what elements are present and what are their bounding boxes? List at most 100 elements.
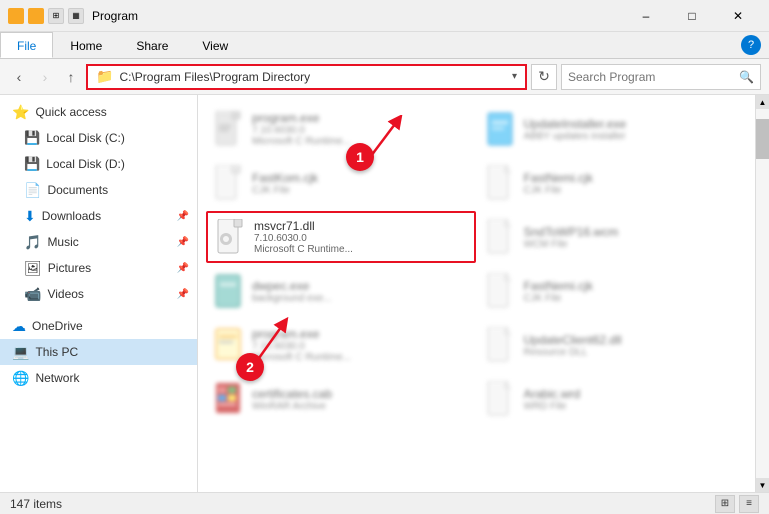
sidebar-item-local-c[interactable]: 💾 Local Disk (C:) <box>0 125 197 151</box>
pin-icon-pictures: 📌 <box>177 263 189 274</box>
file-type: Microsoft C Runtime... <box>252 136 351 147</box>
file-type: ABBY updates installer <box>524 131 627 142</box>
list-item[interactable]: UpdateInstaller.exe ABBY updates install… <box>478 103 748 155</box>
annotation-2: 2 <box>236 353 264 381</box>
sidebar-item-thispc[interactable]: 💻 This PC <box>0 339 197 365</box>
sidebar-item-quick-access[interactable]: ⭐ Quick access <box>0 99 197 125</box>
file-icon <box>484 271 516 311</box>
pin-icon-videos: 📌 <box>177 289 189 300</box>
file-info: msvcr71.dll 7.10.6030.0 Microsoft C Runt… <box>254 219 353 255</box>
file-name: program.exe <box>252 111 351 125</box>
file-icon <box>484 163 516 203</box>
list-item[interactable]: Arabic.wrd WRD File <box>478 373 748 425</box>
disk-d-icon: 💾 <box>24 156 40 172</box>
file-type: WinRAR Archive <box>252 401 332 412</box>
list-view-button[interactable]: ≡ <box>739 495 759 513</box>
up-button[interactable]: ↑ <box>60 66 82 88</box>
file-type: WRD File <box>524 401 581 412</box>
maximize-button[interactable]: □ <box>669 0 715 32</box>
back-button[interactable]: ‹ <box>8 66 30 88</box>
file-info: SndToWP16.wcm WCM File <box>524 225 619 250</box>
sidebar-label-onedrive: OneDrive <box>32 319 83 333</box>
sidebar-label-downloads: Downloads <box>42 209 101 223</box>
file-name: program.exe <box>252 327 351 341</box>
tb-icon-1 <box>8 8 24 24</box>
tb-icon-2 <box>28 8 44 24</box>
address-path: C:\Program Files\Program Directory <box>119 70 310 84</box>
file-name: UpdateClient62.dll <box>524 333 622 347</box>
disk-c-icon: 💾 <box>24 130 40 146</box>
list-item[interactable]: UpdateClient62.dll Resource DLL <box>478 319 748 371</box>
list-item[interactable]: FastNemi.cjk CJK File <box>478 265 748 317</box>
file-info: FastKom.cjk CJK File <box>252 171 318 196</box>
help-button[interactable]: ? <box>741 35 761 55</box>
file-info: program.exe 7.10.6030.0 Microsoft C Runt… <box>252 111 351 147</box>
file-icon <box>212 163 244 203</box>
folder-icon: 📁 <box>96 68 113 85</box>
file-info: UpdateClient62.dll Resource DLL <box>524 333 622 358</box>
pin-icon-downloads: 📌 <box>177 211 189 222</box>
window-title: Program <box>92 9 138 23</box>
sidebar-label-pictures: Pictures <box>48 261 91 275</box>
scroll-track[interactable] <box>756 109 769 478</box>
scroll-up-button[interactable]: ▲ <box>756 95 769 109</box>
list-item[interactable]: certificates.cab WinRAR Archive <box>206 373 476 425</box>
documents-icon: 📄 <box>24 182 41 199</box>
close-button[interactable]: ✕ <box>715 0 761 32</box>
content-grid: program.exe 7.10.6030.0 Microsoft C Runt… <box>206 103 747 425</box>
search-input[interactable] <box>568 70 739 84</box>
sidebar-item-local-d[interactable]: 💾 Local Disk (D:) <box>0 151 197 177</box>
list-item[interactable]: FastNemi.cjk CJK File <box>478 157 748 209</box>
file-name: Arabic.wrd <box>524 387 581 401</box>
list-item[interactable]: program.exe 7.10.6030.0 Microsoft C Runt… <box>206 103 476 155</box>
file-type: Resource DLL <box>524 347 622 358</box>
refresh-button[interactable]: ↻ <box>531 64 557 90</box>
file-info: Arabic.wrd WRD File <box>524 387 581 412</box>
ribbon: File Home Share View ? <box>0 32 769 59</box>
window-controls: – □ ✕ <box>623 0 761 32</box>
content-area: 1 2 <box>198 95 755 492</box>
item-count: 147 items <box>10 497 62 511</box>
main-layout: ⭐ Quick access 💾 Local Disk (C:) 💾 Local… <box>0 95 769 492</box>
file-detail: 7.10.6030.0 <box>252 125 351 136</box>
sidebar-label-documents: Documents <box>47 183 108 197</box>
sidebar-label-quick-access: Quick access <box>35 105 106 119</box>
list-item[interactable]: FastKom.cjk CJK File <box>206 157 476 209</box>
sidebar-item-documents[interactable]: 📄 Documents <box>0 177 197 203</box>
list-item[interactable]: dwpec.exe background exe... <box>206 265 476 317</box>
tab-share[interactable]: Share <box>119 32 185 58</box>
list-item-highlighted[interactable]: msvcr71.dll 7.10.6030.0 Microsoft C Runt… <box>206 211 476 263</box>
search-box[interactable]: 🔍 <box>561 64 761 90</box>
tab-view[interactable]: View <box>185 32 245 58</box>
grid-view-button[interactable]: ⊞ <box>715 495 735 513</box>
file-type: CJK File <box>252 185 318 196</box>
file-name: UpdateInstaller.exe <box>524 117 627 131</box>
sidebar-item-music[interactable]: 🎵 Music 📌 <box>0 229 197 255</box>
file-icon <box>214 217 246 257</box>
address-field[interactable]: 📁 C:\Program Files\Program Directory ▾ <box>86 64 527 90</box>
sidebar-item-network[interactable]: 🌐 Network <box>0 365 197 391</box>
address-dropdown-button[interactable]: ▾ <box>512 71 517 82</box>
star-icon: ⭐ <box>12 104 29 121</box>
forward-button[interactable]: › <box>34 66 56 88</box>
minimize-button[interactable]: – <box>623 0 669 32</box>
tab-home[interactable]: Home <box>53 32 119 58</box>
file-info: dwpec.exe background exe... <box>252 279 332 304</box>
tab-file[interactable]: File <box>0 32 53 58</box>
file-icon <box>212 379 244 419</box>
sidebar-label-local-d: Local Disk (D:) <box>46 157 125 171</box>
scroll-thumb[interactable] <box>756 119 769 159</box>
file-type: CJK File <box>524 185 593 196</box>
sidebar-item-onedrive[interactable]: ☁ OneDrive <box>0 313 197 339</box>
sidebar-label-music: Music <box>47 235 78 249</box>
scrollbar[interactable]: ▲ ▼ <box>755 95 769 492</box>
file-name: FastKom.cjk <box>252 171 318 185</box>
address-bar: ‹ › ↑ 📁 C:\Program Files\Program Directo… <box>0 59 769 95</box>
sidebar-item-downloads[interactable]: ⬇ Downloads 📌 <box>0 203 197 229</box>
list-item[interactable]: SndToWP16.wcm WCM File <box>478 211 748 263</box>
scroll-down-button[interactable]: ▼ <box>756 478 769 492</box>
file-info: UpdateInstaller.exe ABBY updates install… <box>524 117 627 142</box>
sidebar-item-videos[interactable]: 📹 Videos 📌 <box>0 281 197 307</box>
sidebar-item-pictures[interactable]: 🖼 Pictures 📌 <box>0 255 197 281</box>
file-name: dwpec.exe <box>252 279 332 293</box>
